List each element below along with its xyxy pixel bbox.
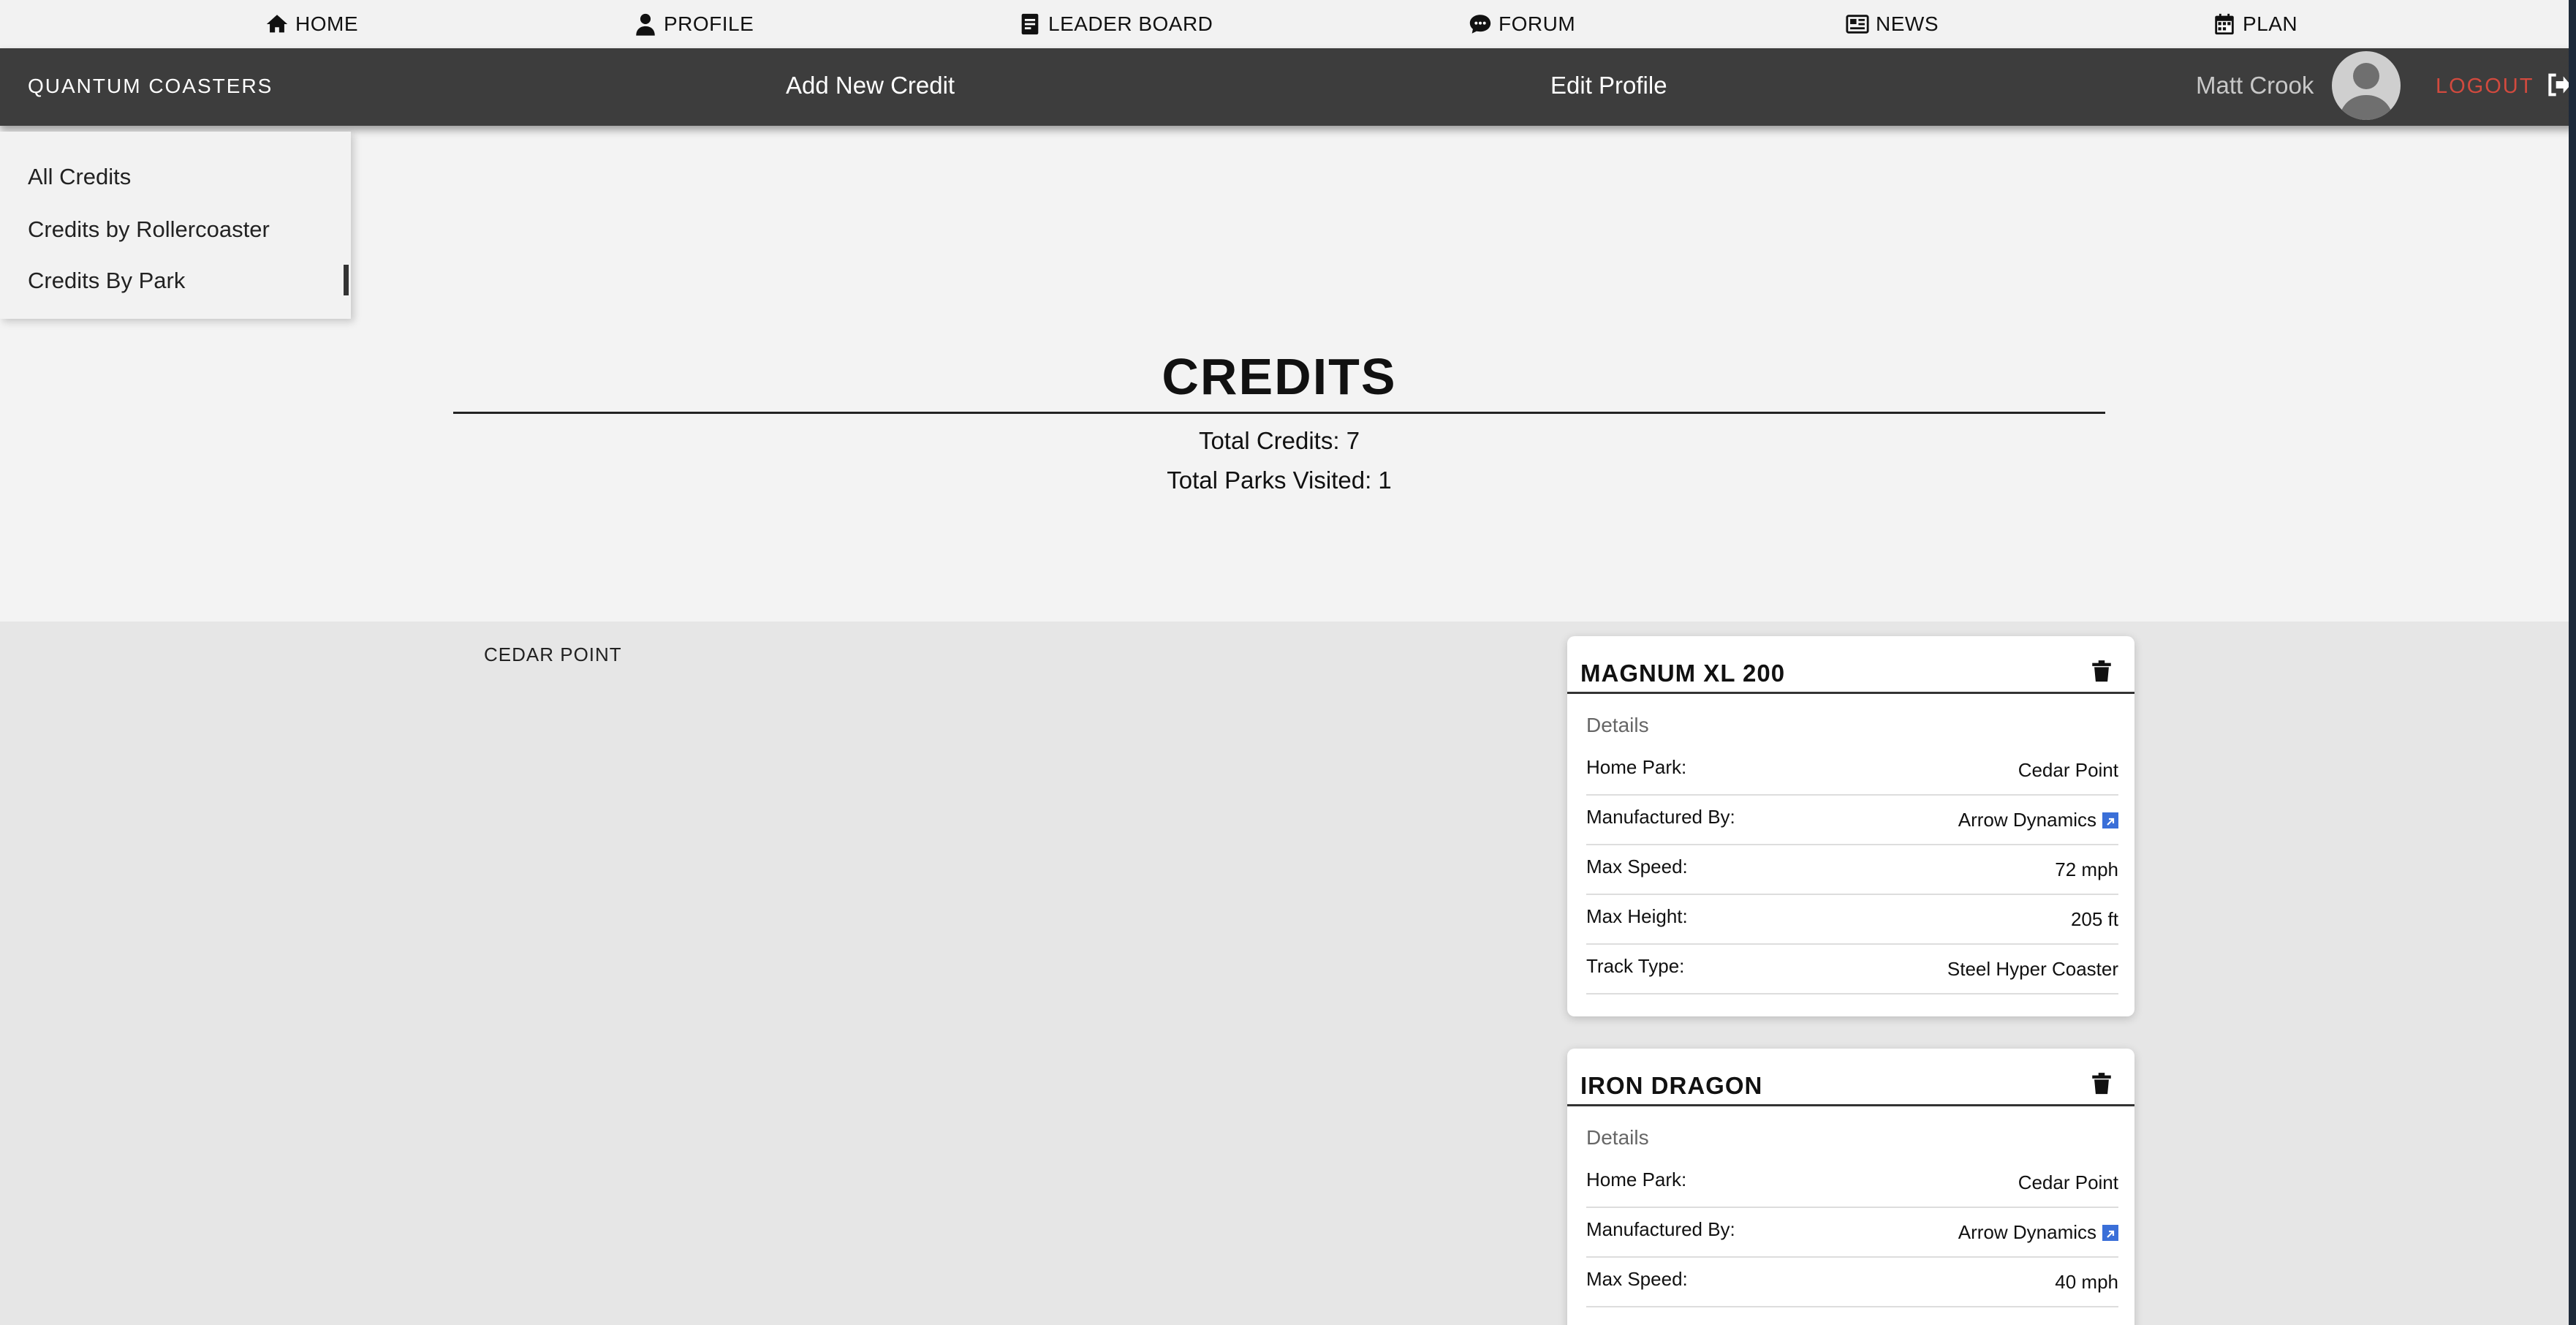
brand-name[interactable]: QUANTUM COASTERS <box>28 75 273 98</box>
trash-icon[interactable] <box>2089 658 2114 684</box>
detail-value[interactable]: Arrow Dynamics <box>1958 809 2096 831</box>
coaster-name: MAGNUM XL 200 <box>1580 660 1786 687</box>
detail-value: Cedar Point <box>2018 759 2118 781</box>
nav-forum[interactable]: FORUM <box>1468 7 1575 41</box>
top-navigation: HOME PROFILE LEADER BOARD FORUM NEWS PLA… <box>0 0 2576 48</box>
user-silhouette-icon <box>2339 63 2393 120</box>
card-divider <box>1567 1104 2134 1106</box>
detail-value: 72 mph <box>2055 858 2118 880</box>
details-label: Details <box>1586 714 1649 736</box>
detail-key: Max Speed: <box>1586 1268 1688 1290</box>
avatar[interactable] <box>2332 51 2401 120</box>
sidebar-menu: All Credits Credits by Rollercoaster Cre… <box>0 132 351 319</box>
active-indicator <box>344 265 349 295</box>
card-divider <box>1567 692 2134 694</box>
coaster-card: IRON DRAGON Details Home Park: Cedar Poi… <box>1567 1049 2134 1325</box>
nav-leaderboard[interactable]: LEADER BOARD <box>1018 7 1213 41</box>
nav-plan[interactable]: PLAN <box>2212 7 2297 41</box>
edit-profile-link[interactable]: Edit Profile <box>1550 72 1667 99</box>
detail-row: Manufactured By: Arrow Dynamics <box>1586 1208 2118 1258</box>
sidebar-item-credits-by-park[interactable]: Credits By Park <box>28 268 185 294</box>
total-parks-visited: Total Parks Visited: 1 <box>1167 467 1392 494</box>
nav-home[interactable]: HOME <box>265 7 358 41</box>
nav-forum-label: FORUM <box>1499 12 1576 35</box>
logout-button[interactable]: LOGOUT <box>2436 75 2534 99</box>
username: Matt Crook <box>2196 72 2314 99</box>
detail-key: Track Type: <box>1586 955 1685 977</box>
detail-value: Cedar Point <box>2018 1171 2118 1193</box>
coaster-card: MAGNUM XL 200 Details Home Park: Cedar P… <box>1567 636 2134 1016</box>
total-credits: Total Credits: 7 <box>1198 427 1360 454</box>
detail-value: Steel Hyper Coaster <box>1947 958 2118 980</box>
detail-key: Home Park: <box>1586 1169 1687 1190</box>
external-link-icon[interactable] <box>2102 1224 2118 1241</box>
detail-key: Manufactured By: <box>1586 806 1735 828</box>
detail-row: Track Type: Steel Hyper Coaster <box>1586 945 2118 994</box>
detail-row: Manufactured By: Arrow Dynamics <box>1586 796 2118 845</box>
detail-row: Home Park: Cedar Point <box>1586 1158 2118 1208</box>
detail-value: 40 mph <box>2055 1271 2118 1293</box>
add-credit-link[interactable]: Add New Credit <box>786 72 955 99</box>
nav-home-label: HOME <box>295 12 358 35</box>
park-group-label: CEDAR POINT <box>484 643 622 665</box>
home-icon <box>266 15 288 33</box>
chat-icon <box>1469 15 1491 34</box>
nav-news-label: NEWS <box>1876 12 1939 35</box>
coaster-name: IRON DRAGON <box>1580 1072 1763 1099</box>
details-label: Details <box>1586 1126 1649 1149</box>
nav-news[interactable]: NEWS <box>1845 7 1939 41</box>
trash-icon[interactable] <box>2089 1071 2114 1097</box>
header-bar: QUANTUM COASTERS Add New Credit Edit Pro… <box>0 48 2576 126</box>
nav-profile[interactable]: PROFILE <box>633 7 754 41</box>
detail-key: Home Park: <box>1586 756 1687 778</box>
detail-row: Max Speed: 40 mph <box>1586 1258 2118 1307</box>
window-edge <box>2569 0 2576 1325</box>
nav-profile-label: PROFILE <box>664 12 754 35</box>
detail-row: Max Speed: 72 mph <box>1586 845 2118 895</box>
detail-row: Home Park: Cedar Point <box>1586 746 2118 796</box>
detail-key: Max Speed: <box>1586 856 1688 877</box>
nav-plan-label: PLAN <box>2243 12 2298 35</box>
document-icon <box>1021 13 1039 35</box>
title-divider <box>453 412 2105 414</box>
sidebar-item-all-credits[interactable]: All Credits <box>28 164 131 190</box>
page-title: CREDITS <box>1162 348 1397 405</box>
newspaper-icon <box>1846 15 1869 34</box>
detail-row: Max Height: 205 ft <box>1586 895 2118 945</box>
user-icon <box>636 13 655 36</box>
nav-leaderboard-label: LEADER BOARD <box>1048 12 1213 35</box>
detail-value[interactable]: Arrow Dynamics <box>1958 1221 2096 1244</box>
detail-key: Manufactured By: <box>1586 1218 1735 1240</box>
sidebar-item-credits-by-rollercoaster[interactable]: Credits by Rollercoaster <box>28 216 270 243</box>
detail-key: Max Height: <box>1586 905 1688 927</box>
calendar-icon <box>2215 13 2234 35</box>
external-link-icon[interactable] <box>2102 812 2118 828</box>
detail-value: 205 ft <box>2070 908 2118 930</box>
